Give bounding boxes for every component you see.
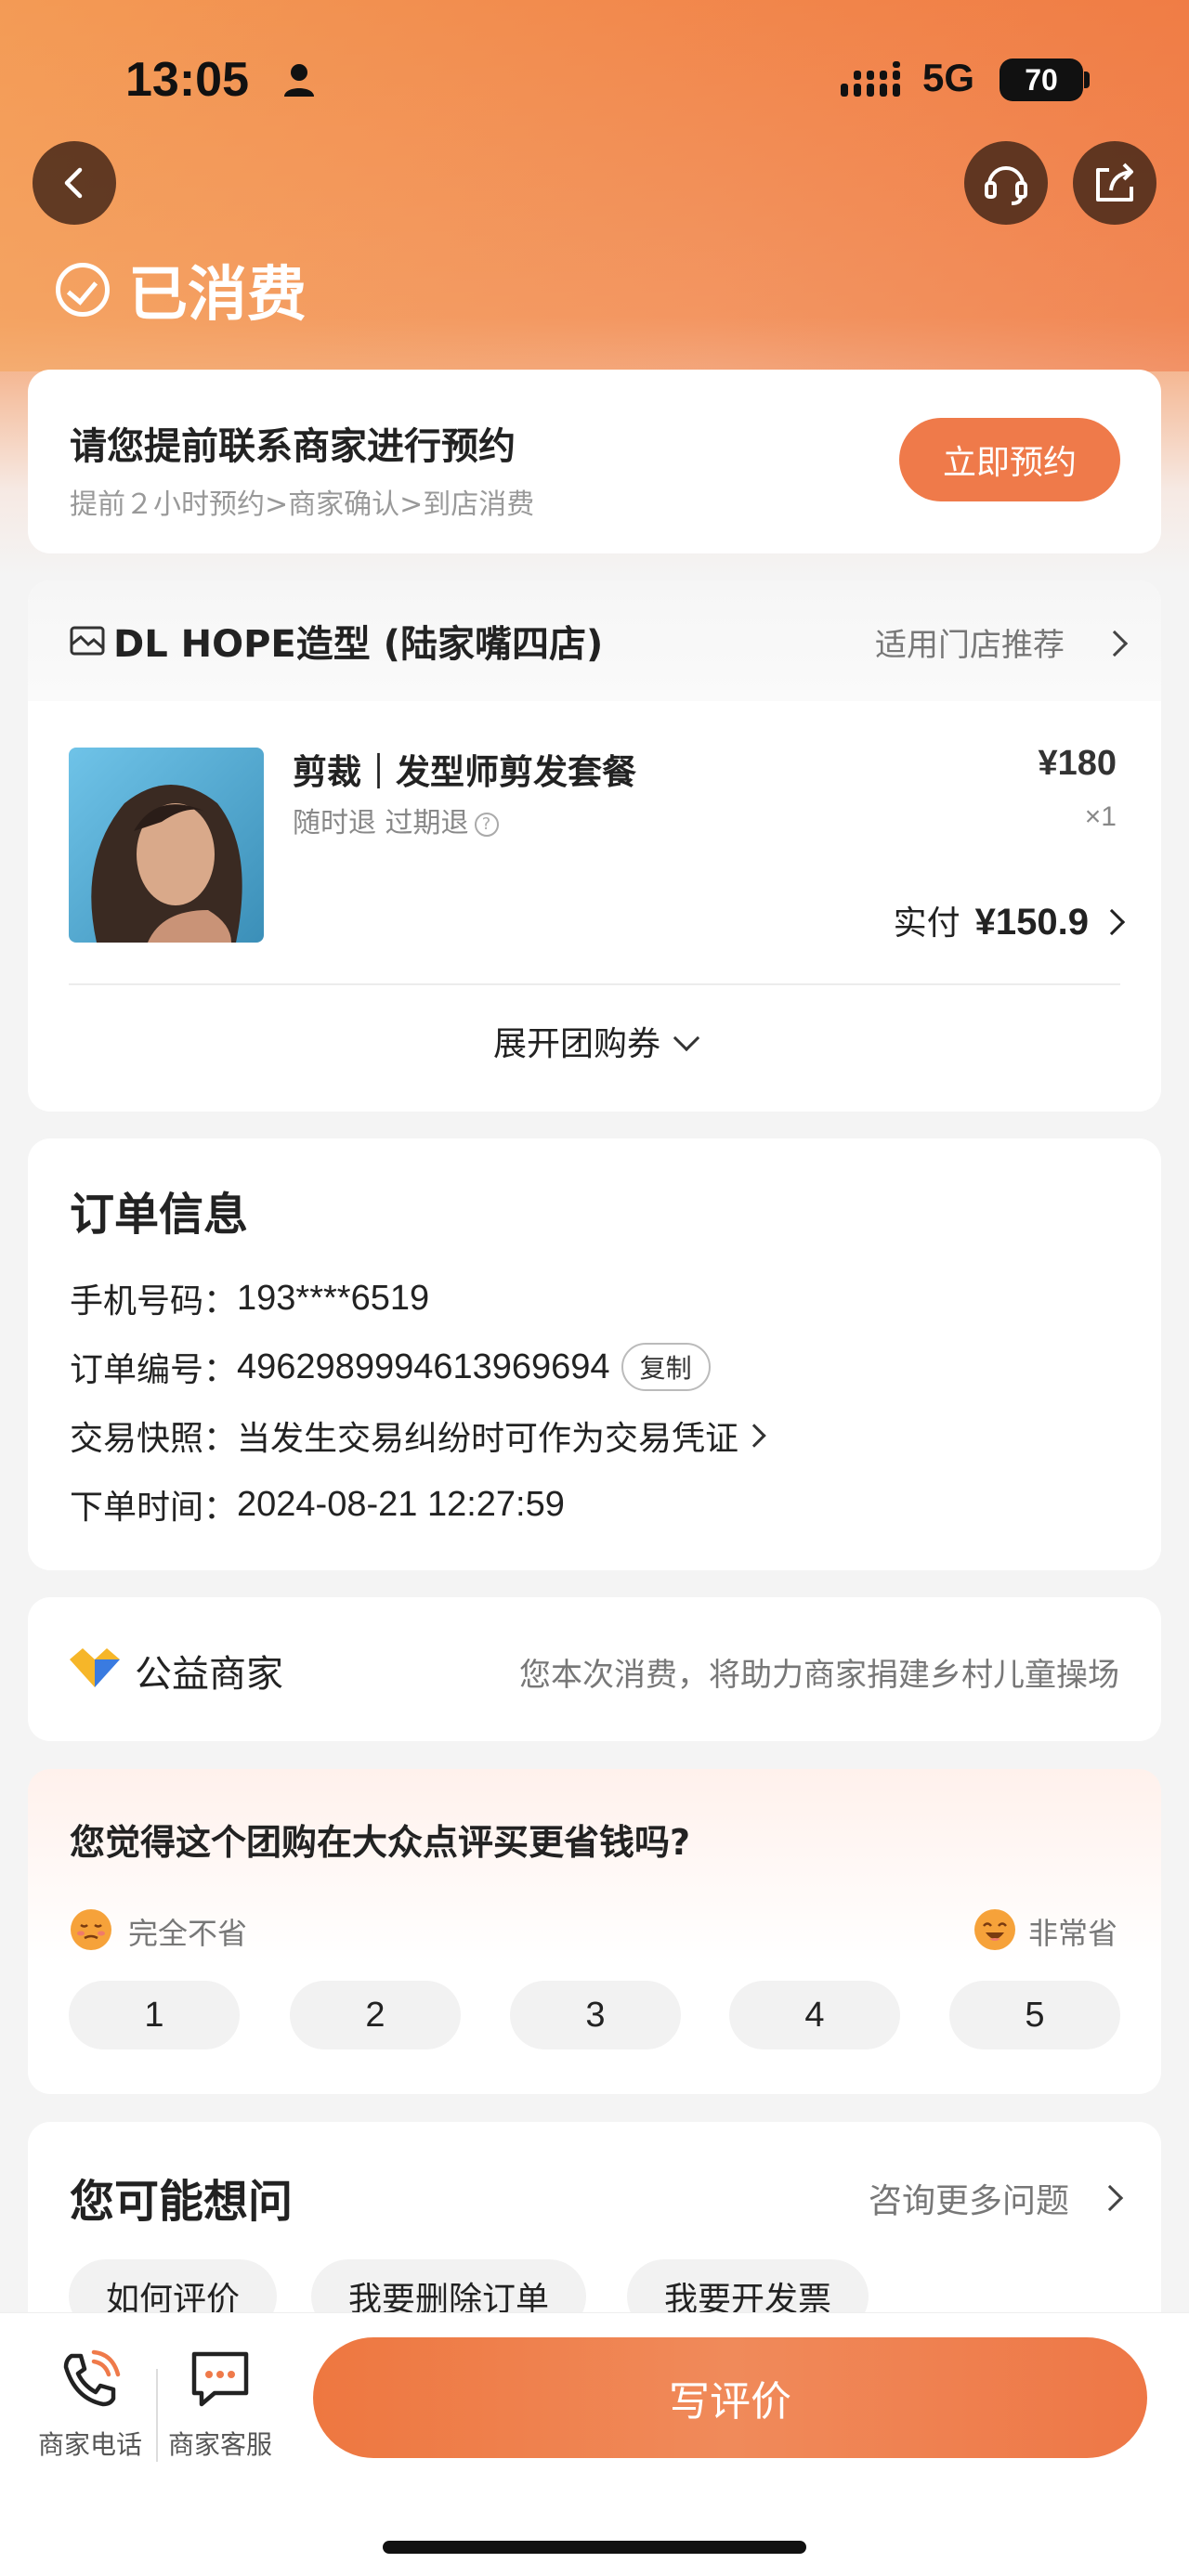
faq-more-link[interactable]: 咨询更多问题	[869, 2174, 1069, 2222]
product-price: ¥180	[1038, 744, 1117, 783]
share-icon	[1096, 163, 1133, 202]
signal-icon	[841, 61, 900, 97]
chevron-right-icon	[1098, 908, 1126, 936]
order-time-label: 下单时间：	[70, 1489, 238, 1527]
separator	[156, 2369, 158, 2462]
merchant-chat-button[interactable]: 商家客服	[160, 2347, 281, 2462]
expand-label: 展开团购券	[492, 1025, 660, 1063]
status-time: 13:05	[125, 53, 249, 107]
paid-label: 实付	[893, 904, 960, 943]
rating-option-3[interactable]: 3	[510, 1981, 681, 2049]
phone-label: 手机号码：	[70, 1282, 238, 1321]
chevron-down-icon	[673, 1024, 700, 1052]
product-image[interactable]	[69, 748, 264, 943]
snapshot-row[interactable]: 交易快照： 当发生交易纠纷时可作为交易凭证	[70, 1412, 766, 1460]
happy-emoji-icon	[974, 1909, 1015, 1950]
survey-high-label: 非常省	[1028, 1916, 1118, 1951]
reserve-now-button[interactable]: 立即预约	[899, 418, 1120, 501]
person-icon	[284, 64, 314, 97]
store-recommend-link[interactable]: 适用门店推荐	[875, 619, 1065, 665]
bottom-action-bar: 商家电话 商家客服 写评价	[0, 2312, 1189, 2576]
order-info-card: 订单信息 手机号码： 193****6519 订单编号： 49629899946…	[28, 1138, 1161, 1570]
merchant-phone-button[interactable]: 商家电话	[30, 2347, 150, 2462]
charity-heart-icon	[70, 1648, 120, 1687]
order-info-title: 订单信息	[70, 1189, 249, 1241]
phone-value: 193****6519	[237, 1278, 430, 1318]
phone-icon	[63, 2349, 121, 2407]
product-title[interactable]: 剪裁｜发型师剪发套餐	[293, 744, 636, 794]
back-button[interactable]	[33, 141, 116, 225]
share-button[interactable]	[1073, 141, 1156, 225]
shop-icon	[70, 626, 105, 656]
paid-amount-row[interactable]: 实付 ¥150.9	[894, 896, 1089, 944]
survey-low-label: 完全不省	[128, 1916, 248, 1951]
battery-indicator: 70	[1000, 59, 1083, 101]
order-number-row: 订单编号： 4962989994613969694 复制	[70, 1343, 711, 1391]
survey-card: 您觉得这个团购在大众点评买更省钱吗? 完全不省 非常省 1 2 3 4 5	[28, 1769, 1161, 2094]
snapshot-label: 交易快照：	[70, 1420, 238, 1458]
order-state-title: 已消费	[128, 261, 307, 330]
chat-icon	[191, 2351, 249, 2407]
charity-desc: 您本次消费，将助力商家捐建乡村儿童操场	[519, 1657, 1119, 1694]
customer-service-button[interactable]	[964, 141, 1048, 225]
battery-tip	[1084, 72, 1090, 88]
chevron-left-icon	[64, 167, 83, 199]
snapshot-text: 当发生交易纠纷时可作为交易凭证	[237, 1420, 739, 1458]
order-number-label: 订单编号：	[70, 1351, 238, 1389]
sad-emoji-icon	[71, 1909, 111, 1950]
refund-tags: 随时退 过期退	[293, 807, 469, 839]
shop-name[interactable]: DL HOPE造型 (陆家嘴四店)	[113, 614, 603, 668]
headset-icon	[985, 166, 1027, 205]
order-number-value: 4962989994613969694	[237, 1347, 610, 1386]
rating-option-5[interactable]: 5	[949, 1981, 1120, 2049]
status-bar: 13:05 5G 70	[0, 0, 1189, 139]
check-circle-icon	[56, 263, 110, 317]
rating-option-2[interactable]: 2	[290, 1981, 461, 2049]
help-icon[interactable]: ?	[474, 812, 499, 837]
chevron-right-icon	[1096, 2184, 1124, 2212]
order-time-row: 下单时间： 2024-08-21 12:27:59	[70, 1480, 565, 1529]
charity-card[interactable]: 公益商家 您本次消费，将助力商家捐建乡村儿童操场	[28, 1597, 1161, 1741]
shop-header[interactable]: DL HOPE造型 (陆家嘴四店) 适用门店推荐	[28, 580, 1161, 701]
phone-row: 手机号码： 193****6519	[70, 1274, 429, 1322]
survey-question: 您觉得这个团购在大众点评买更省钱吗?	[70, 1822, 691, 1863]
order-state: 已消费	[56, 253, 307, 330]
charity-title: 公益商家	[135, 1653, 283, 1696]
paid-amount: ¥150.9	[974, 902, 1089, 943]
reservation-title: 请您提前联系商家进行预约	[70, 425, 516, 468]
reservation-steps: 提前２小时预约>商家确认>到店消费	[70, 488, 535, 521]
product-tags: 随时退 过期退?	[293, 800, 499, 840]
rating-option-1[interactable]: 1	[69, 1981, 240, 2049]
chevron-right-icon	[742, 1424, 766, 1448]
order-time-value: 2024-08-21 12:27:59	[237, 1484, 565, 1524]
home-indicator	[383, 2541, 806, 2554]
reservation-card: 请您提前联系商家进行预约 提前２小时预约>商家确认>到店消费 立即预约	[28, 370, 1161, 553]
write-review-button[interactable]: 写评价	[313, 2337, 1147, 2458]
expand-vouchers-button[interactable]: 展开团购券	[28, 1017, 1161, 1065]
product-qty: ×1	[1084, 801, 1117, 832]
chevron-right-icon	[1101, 630, 1129, 657]
network-label: 5G	[922, 56, 975, 99]
divider	[69, 983, 1120, 985]
rating-option-4[interactable]: 4	[729, 1981, 900, 2049]
faq-title: 您可能想问	[70, 2176, 294, 2228]
shop-card: DL HOPE造型 (陆家嘴四店) 适用门店推荐 剪裁｜发型师剪发套餐 随时退 …	[28, 580, 1161, 1112]
merchant-chat-label: 商家客服	[167, 2429, 272, 2460]
copy-button[interactable]: 复制	[621, 1343, 711, 1391]
merchant-phone-label: 商家电话	[37, 2429, 142, 2460]
